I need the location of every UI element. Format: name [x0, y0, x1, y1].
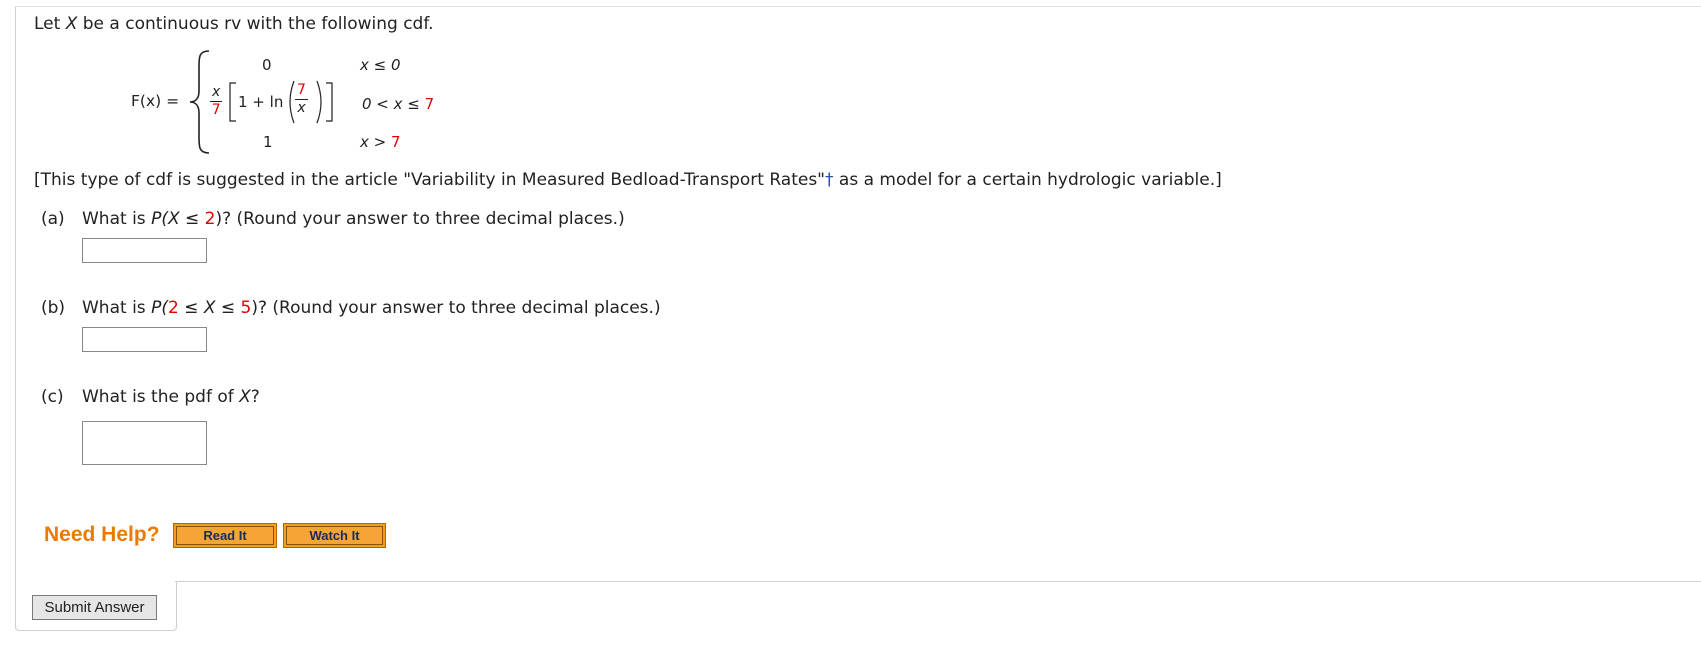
- question-a-text: What is P(X ≤ 2)? (Round your answer to …: [82, 209, 625, 229]
- note-post: as a model for a certain hydrologic vari…: [833, 170, 1222, 190]
- case2-inner-den-text: x: [297, 100, 306, 116]
- qb-t1: What is: [82, 298, 152, 318]
- case2-inner-den: x: [295, 100, 308, 117]
- question-c-text: What is the pdf of X?: [82, 387, 260, 407]
- answer-a-input[interactable]: [82, 238, 207, 263]
- left-bracket: [229, 82, 236, 122]
- question-b-text: What is P(2 ≤ X ≤ 5)? (Round your answer…: [82, 298, 661, 318]
- case3-condition: x > 7: [360, 133, 401, 151]
- question-b-label: (b): [41, 298, 66, 318]
- case1-value: 0: [262, 56, 272, 74]
- question-c-label: (c): [41, 387, 64, 407]
- qb-v1: 2: [167, 298, 179, 318]
- case3-cond-pre: x >: [360, 133, 391, 151]
- case2-fraction: x 7: [210, 84, 223, 119]
- qb-t4: )? (Round your answer to three decimal p…: [251, 298, 661, 318]
- answer-b-input[interactable]: [82, 327, 207, 352]
- case2-mid: 1 + ln: [238, 93, 284, 111]
- case3-value: 1: [263, 133, 273, 151]
- qa-t2: P(X ≤: [151, 209, 205, 229]
- submit-divider: [175, 581, 1701, 582]
- footnote-dagger-link[interactable]: †: [825, 170, 834, 190]
- question-a-label: (a): [41, 209, 65, 229]
- case2-cond-pre: 0 < x ≤: [362, 95, 425, 113]
- case2-frac-num-text: x: [212, 84, 221, 100]
- right-bracket: [326, 82, 333, 122]
- qc-t1: What is the pdf of: [82, 387, 240, 407]
- need-help-title: Need Help?: [44, 523, 160, 546]
- case2-inner-num: 7: [295, 82, 308, 100]
- case3-cond-val: 7: [390, 133, 401, 151]
- answer-c-input[interactable]: [82, 421, 207, 465]
- qb-t3: ≤ X ≤: [178, 298, 241, 318]
- watch-it-button[interactable]: Watch It: [283, 523, 386, 548]
- intro-post: be a continuous rv with the following cd…: [77, 14, 434, 34]
- case1-cond-text: x ≤ 0: [360, 56, 401, 74]
- note-text: [This type of cdf is suggested in the ar…: [34, 170, 1222, 190]
- case2-frac-num: x: [210, 84, 223, 102]
- qa-t1: What is: [82, 209, 152, 229]
- read-it-button[interactable]: Read It: [173, 523, 277, 548]
- case2-frac-den: 7: [211, 102, 221, 118]
- qa-t3: )? (Round your answer to three decimal p…: [215, 209, 625, 229]
- qb-v2: 5: [240, 298, 252, 318]
- intro-pre: Let: [34, 14, 66, 34]
- watch-it-label: Watch It: [286, 526, 383, 545]
- formula-lhs: F(x) =: [131, 92, 180, 110]
- intro-text: Let X be a continuous rv with the follow…: [34, 14, 433, 34]
- note-pre: [This type of cdf is suggested in the ar…: [34, 170, 825, 190]
- qb-t2: P(: [151, 298, 168, 318]
- read-it-label: Read It: [176, 526, 274, 545]
- intro-var: X: [65, 14, 78, 34]
- qc-t2: X: [239, 387, 251, 407]
- submit-answer-button[interactable]: Submit Answer: [32, 595, 157, 620]
- case2-condition: 0 < x ≤ 7: [362, 95, 434, 113]
- qa-v1: 2: [204, 209, 216, 229]
- case1-condition: x ≤ 0: [360, 56, 401, 74]
- case2-inner-fraction: 7 x: [295, 82, 308, 117]
- case2-cond-val: 7: [424, 95, 435, 113]
- qc-t3: ?: [250, 387, 260, 407]
